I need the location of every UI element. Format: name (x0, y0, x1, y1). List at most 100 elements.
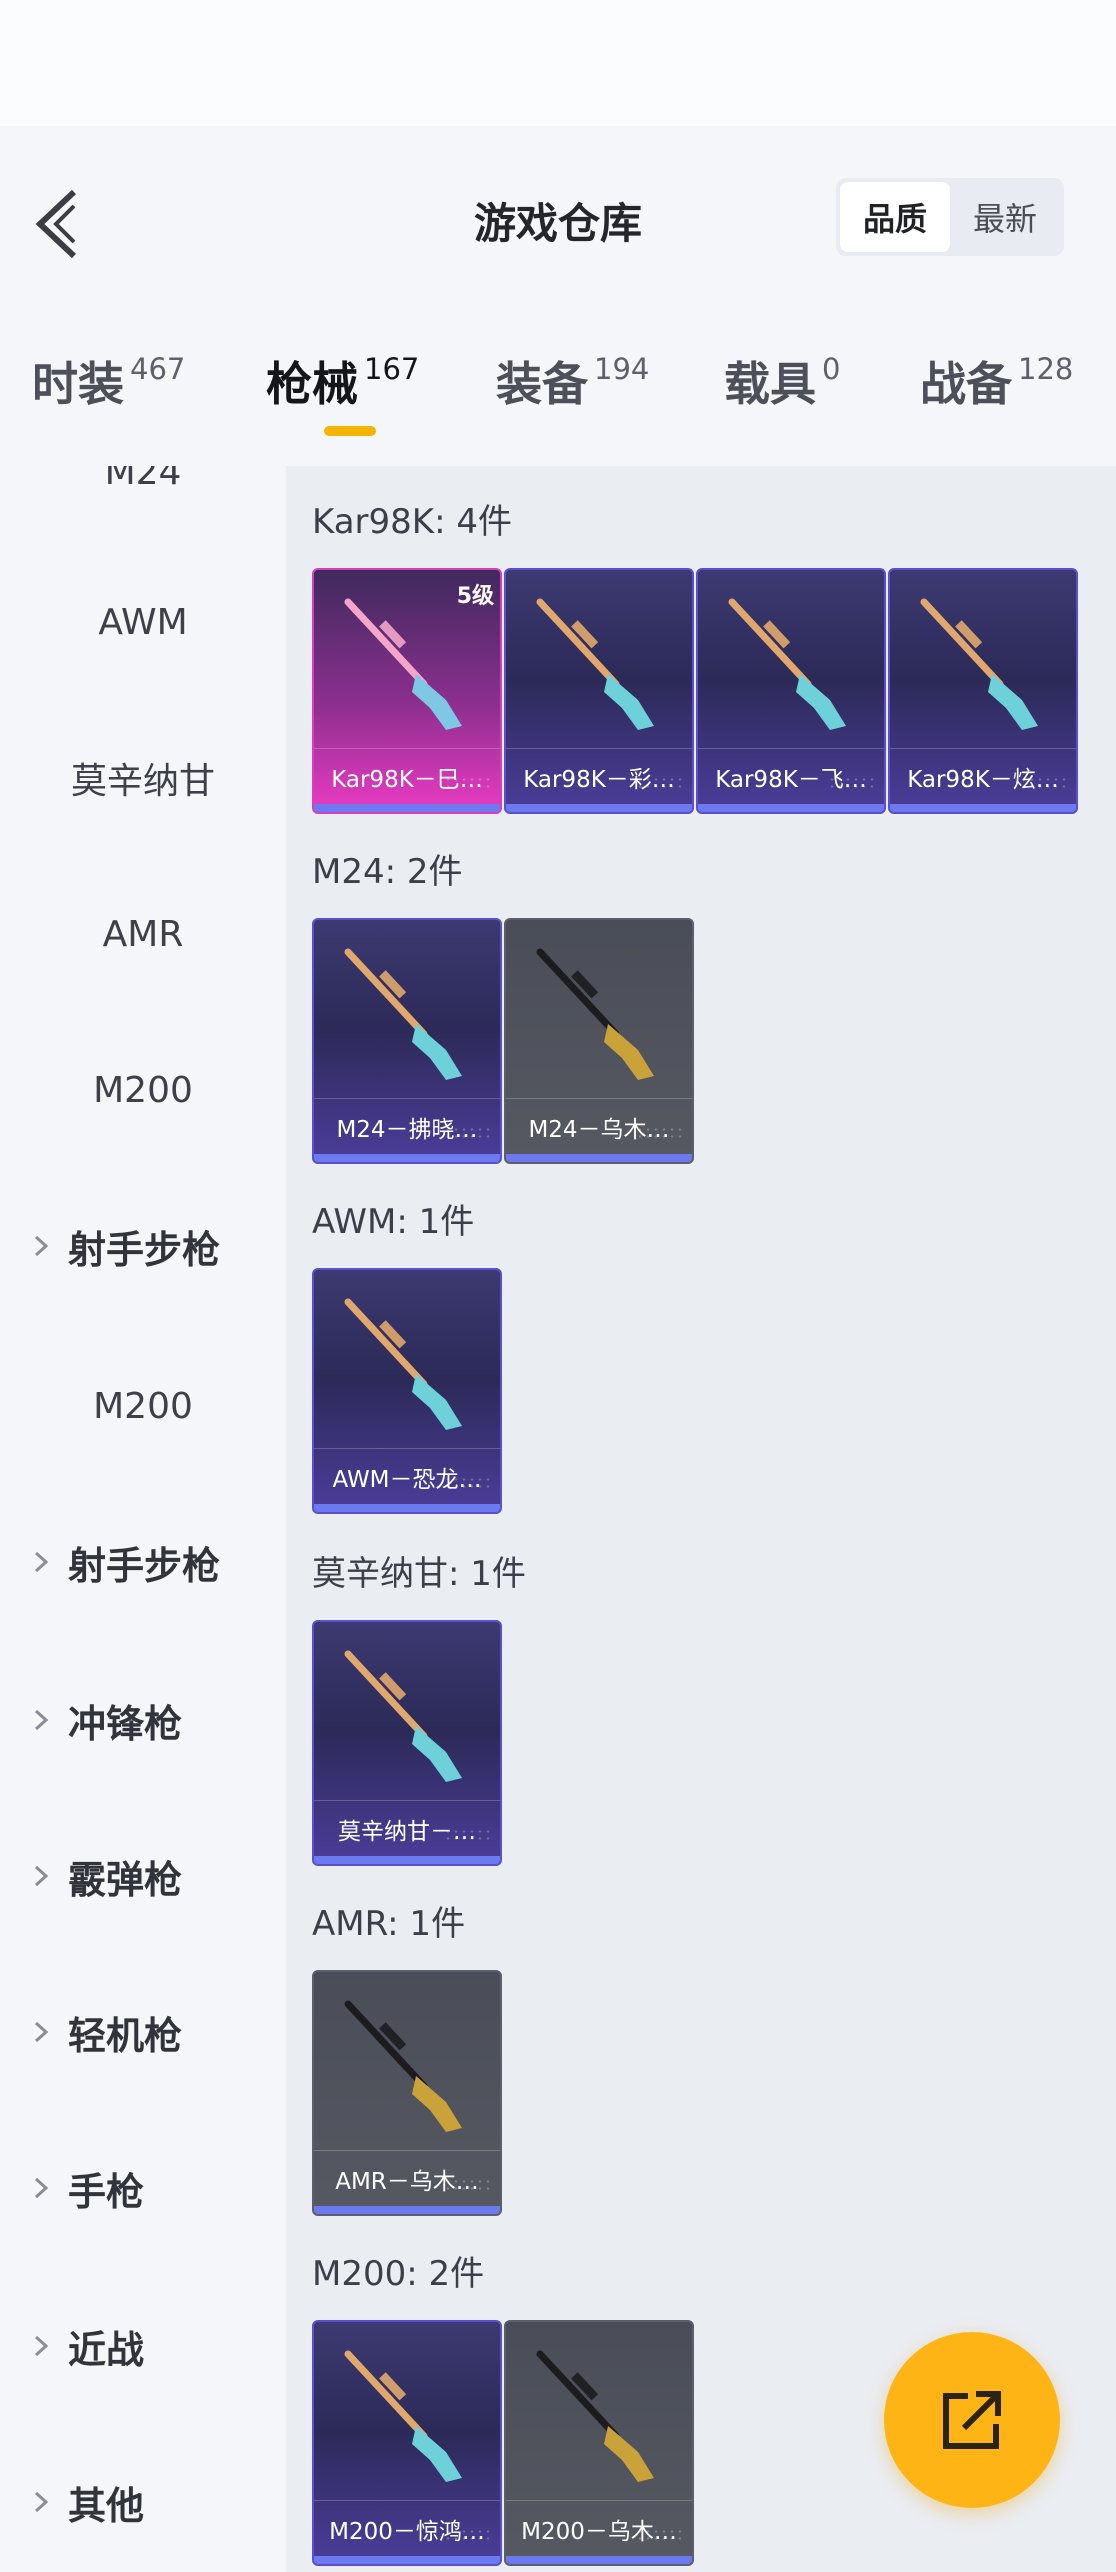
rifle-icon (536, 2350, 654, 2482)
section-title: M200: 2件 (312, 2254, 485, 2294)
chevron-right-icon (34, 1235, 49, 1257)
card-name-bar: Kar98K－巳… (314, 748, 500, 804)
sidebar-item[interactable]: AWM (0, 582, 286, 662)
weapon-skin-card[interactable]: Kar98K－飞… (696, 568, 886, 814)
weapon-skin-card[interactable]: 莫辛纳甘－… (312, 1620, 502, 1866)
sidebar-group-item[interactable]: 射手步枪 (0, 1522, 286, 1602)
sidebar-item-label: 近战 (68, 2327, 145, 2372)
sidebar-group-item[interactable]: 近战 (0, 2306, 286, 2386)
tab-count: 194 (594, 352, 650, 386)
card-name-bar: AMR－乌木… (314, 2150, 500, 2206)
category-tabs: 时装 467 枪械 167 装备 194 载具 0 战备 128 (0, 296, 1116, 466)
rarity-bar (890, 804, 1076, 812)
sidebar-item[interactable]: 莫辛纳甘 (0, 738, 286, 818)
rarity-bar (698, 804, 884, 812)
sidebar-group-item[interactable]: 冲锋枪 (0, 1680, 286, 1760)
sidebar-item-label: 轻机枪 (68, 2013, 183, 2058)
rifle-icon (728, 598, 846, 730)
rarity-bar (314, 804, 500, 812)
sidebar-item[interactable]: M200 (0, 1366, 286, 1446)
tab-label: 战备 (920, 357, 1012, 411)
tab-fashion[interactable]: 时装 467 (32, 348, 185, 428)
sidebar-item-label: M200 (93, 1385, 193, 1427)
sidebar-item-label: 射手步枪 (68, 1227, 221, 1272)
chevron-right-icon (34, 2177, 49, 2199)
rifle-icon (344, 2000, 462, 2132)
sidebar-item-label: 其他 (68, 2483, 145, 2528)
weapon-skin-name: Kar98K－彩… (523, 766, 675, 793)
tab-equipment[interactable]: 装备 194 (496, 348, 649, 428)
tab-count: 0 (822, 352, 841, 386)
sidebar-group-item[interactable]: 手枪 (0, 2148, 286, 2228)
weapon-skin-card[interactable]: M24－拂晓… (312, 918, 502, 1164)
sidebar-item-label: M200 (93, 1069, 193, 1111)
sidebar-group-item[interactable]: 轻机枪 (0, 1992, 286, 2072)
back-button[interactable] (30, 184, 90, 264)
tab-firearms[interactable]: 枪械 167 (266, 348, 419, 428)
section-title: M24: 2件 (312, 852, 463, 892)
weapon-skin-card[interactable]: 5级 Kar98K－巳… (312, 568, 502, 814)
sidebar-item-label: 射手步枪 (68, 1543, 221, 1588)
share-export-icon (943, 2391, 1001, 2449)
sidebar-item-label: AWM (98, 601, 188, 643)
rarity-bar (314, 1856, 500, 1864)
sidebar-item[interactable]: M200 (0, 1050, 286, 1130)
chevron-right-icon (34, 1551, 49, 1573)
tab-vehicles[interactable]: 载具 0 (724, 348, 840, 428)
weapon-skin-name: Kar98K－炫… (907, 766, 1059, 793)
weapon-skin-card[interactable]: M200－乌木… (504, 2320, 694, 2566)
weapon-skin-card[interactable]: Kar98K－彩… (504, 568, 694, 814)
rifle-icon (344, 2350, 462, 2482)
tab-count: 167 (364, 352, 420, 386)
card-name-bar: 莫辛纳甘－… (314, 1800, 500, 1856)
rifle-icon (536, 948, 654, 1080)
section-title: AMR: 1件 (312, 1904, 466, 1944)
weapon-skin-name: M200－乌木… (521, 2518, 677, 2545)
level-badge: 5级 (456, 584, 494, 609)
share-button[interactable] (884, 2332, 1060, 2508)
sort-latest-button[interactable]: 最新 (950, 182, 1060, 252)
chevron-right-icon (34, 1865, 49, 1887)
rifle-icon (536, 598, 654, 730)
weapon-skin-name: 莫辛纳甘－… (338, 1818, 476, 1845)
section-title: AWM: 1件 (312, 1202, 475, 1242)
card-name-bar: M200－乌木… (506, 2500, 692, 2556)
rarity-bar (314, 1504, 500, 1512)
sort-toggle: 品质 最新 (836, 178, 1064, 256)
tab-supplies[interactable]: 战备 128 (920, 348, 1073, 428)
tab-label: 时装 (32, 357, 124, 411)
card-name-bar: Kar98K－彩… (506, 748, 692, 804)
weapon-skin-card[interactable]: AMR－乌木… (312, 1970, 502, 2216)
sidebar-item[interactable]: AMR (0, 894, 286, 974)
tab-label: 载具 (724, 357, 816, 411)
sidebar-group-item[interactable]: 其他 (0, 2462, 286, 2542)
tab-count: 467 (130, 352, 186, 386)
card-name-bar: M200－惊鸿… (314, 2500, 500, 2556)
weapon-skin-card[interactable]: AWM－恐龙… (312, 1268, 502, 1514)
weapon-skin-card[interactable]: Kar98K－炫… (888, 568, 1078, 814)
chevron-right-icon (34, 2491, 49, 2513)
weapon-skin-card[interactable]: M200－惊鸿… (312, 2320, 502, 2566)
card-name-bar: AWM－恐龙… (314, 1448, 500, 1504)
rarity-bar (314, 2206, 500, 2214)
sidebar-item-label: 莫辛纳甘 (70, 761, 215, 802)
sidebar-group-item[interactable]: 霰弹枪 (0, 1836, 286, 1916)
rifle-icon (344, 1650, 462, 1782)
rarity-bar (506, 804, 692, 812)
tab-label: 装备 (496, 357, 588, 411)
rarity-bar (506, 1154, 692, 1162)
sidebar-item-label: 霰弹枪 (68, 1857, 183, 1902)
rarity-bar (314, 1154, 500, 1162)
weapon-skin-card[interactable]: M24－乌木… (504, 918, 694, 1164)
card-name-bar: Kar98K－炫… (890, 748, 1076, 804)
card-name-bar: M24－乌木… (506, 1098, 692, 1154)
sidebar-item-label: M24 (104, 466, 182, 493)
active-tab-indicator (324, 426, 376, 436)
section-title: Kar98K: 4件 (312, 502, 512, 542)
card-name-bar: Kar98K－飞… (698, 748, 884, 804)
rifle-icon (344, 598, 462, 730)
sort-quality-button[interactable]: 品质 (840, 182, 950, 252)
weapon-skin-name: AWM－恐龙… (332, 1466, 482, 1493)
sidebar-group-item[interactable]: 射手步枪 (0, 1206, 286, 1286)
sidebar-item[interactable]: M24 (0, 466, 286, 512)
